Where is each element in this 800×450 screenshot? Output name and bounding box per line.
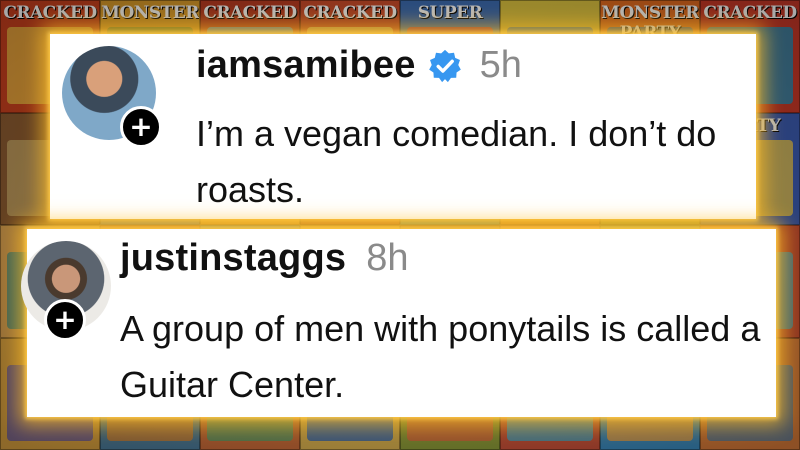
username[interactable]: iamsamibee <box>196 44 416 87</box>
timestamp: 8h <box>366 237 409 279</box>
comment-text: A group of men with ponytails is called … <box>120 308 761 405</box>
comment-header: justinstaggs 8h <box>120 237 409 280</box>
username[interactable]: justinstaggs <box>120 237 346 280</box>
cover-masthead: CRACKED <box>703 3 797 23</box>
comment-card-iamsamibee: + iamsamibee 5h I’m a vegan comedian. I … <box>50 34 756 219</box>
cover-masthead: CRACKED <box>203 3 297 23</box>
follow-plus-button[interactable]: + <box>120 106 162 148</box>
comment-card-justinstaggs: + justinstaggs 8h A group of men with po… <box>21 229 776 417</box>
verified-badge-icon <box>428 49 461 82</box>
timestamp: 5h <box>479 44 522 86</box>
cover-masthead: MONSTER <box>101 3 199 23</box>
follow-plus-button[interactable]: + <box>44 299 86 341</box>
cover-masthead: SUPER <box>417 3 483 23</box>
comment-header: iamsamibee 5h <box>196 44 522 87</box>
cover-masthead: CRACKED <box>3 3 97 23</box>
comment-text: I’m a vegan comedian. I don’t do roasts. <box>196 113 717 210</box>
cover-masthead: CRACKED <box>303 3 397 23</box>
